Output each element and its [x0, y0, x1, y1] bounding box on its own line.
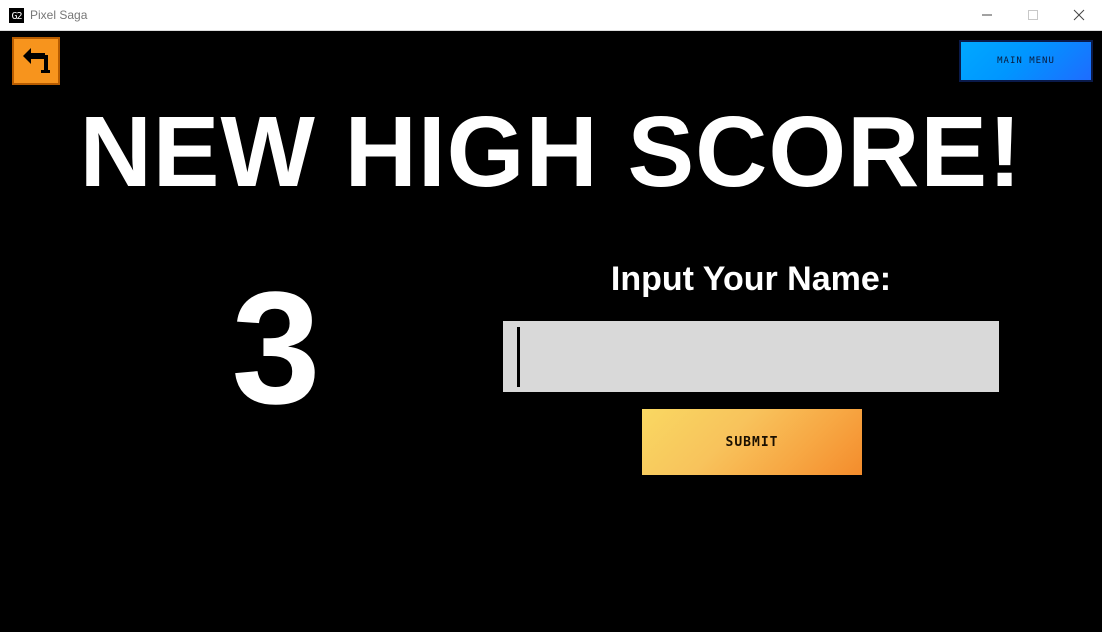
minimize-icon: [982, 14, 992, 16]
maximize-icon: [1028, 10, 1038, 20]
back-button[interactable]: [12, 37, 60, 85]
close-button[interactable]: [1056, 0, 1102, 30]
window-title: Pixel Saga: [30, 8, 88, 22]
score-value: 3: [231, 258, 321, 437]
title-bar[interactable]: G2 Pixel Saga: [0, 0, 1102, 31]
main-menu-label: MAIN MENU: [997, 56, 1055, 66]
back-arrow-icon: [23, 48, 50, 73]
submit-button[interactable]: SUBMIT: [638, 405, 866, 479]
maximize-button[interactable]: [1010, 0, 1056, 30]
name-input-field[interactable]: [503, 321, 999, 392]
submit-label: SUBMIT: [725, 434, 779, 450]
minimize-button[interactable]: [964, 0, 1010, 30]
main-menu-button[interactable]: MAIN MENU: [959, 40, 1093, 82]
text-caret: [517, 327, 520, 387]
game-area: MAIN MENU NEW HIGH SCORE! 3 Input Your N…: [0, 31, 1102, 632]
name-input-label: Input Your Name:: [610, 260, 892, 298]
app-icon: G2: [9, 8, 24, 23]
submit-button-face: SUBMIT: [642, 409, 862, 475]
game-window: G2 Pixel Saga MAIN MENU NEW HIGH SCORE! …: [0, 0, 1102, 632]
close-icon: [1073, 9, 1085, 21]
high-score-headline: NEW HIGH SCORE!: [79, 96, 1023, 208]
